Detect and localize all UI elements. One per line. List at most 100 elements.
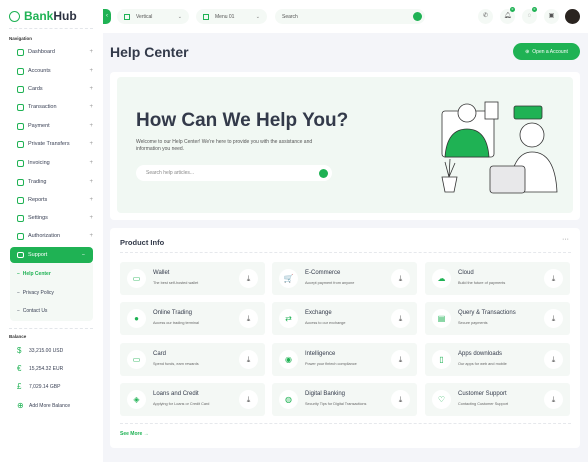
download-icon[interactable]: ⤓ [544, 390, 563, 409]
product-icon: 🛒 [279, 269, 298, 288]
submenu-contact-us[interactable]: − Contact Us [17, 308, 47, 314]
plus-icon: + [89, 49, 93, 55]
download-icon[interactable]: ⤓ [239, 390, 258, 409]
divider [9, 328, 93, 329]
grid-icon [203, 13, 209, 20]
sidebar-item-label: Payment [28, 123, 50, 129]
submenu-help-center[interactable]: − Help Center [17, 271, 51, 277]
accounts-icon [17, 67, 24, 75]
product-subtitle: Contacting Customer Support [458, 402, 509, 406]
download-icon[interactable]: ⤓ [391, 390, 410, 409]
logo[interactable]: Bank Hub [9, 9, 77, 23]
sidebar-item-private-transfers[interactable]: Private Transfers + [17, 137, 93, 151]
sidebar-item-accounts[interactable]: Accounts + [17, 64, 93, 78]
download-icon[interactable]: ⤓ [391, 269, 410, 288]
sidebar-item-dashboard[interactable]: Dashboard + [17, 45, 93, 59]
sidebar-item-cards[interactable]: Cards + [17, 82, 93, 96]
product-title: Cloud [458, 270, 474, 276]
sidebar-item-settings[interactable]: Settings + [17, 211, 93, 225]
product-icon: ♡ [432, 390, 451, 409]
product-tile[interactable]: ⇄ Exchange Access to our exchange ⤓ [272, 302, 417, 335]
page-title: Help Center [110, 44, 189, 60]
product-icon: ▤ [432, 309, 451, 328]
open-account-button[interactable]: ⊕ Open a Account [513, 43, 580, 60]
product-tile[interactable]: ▭ Card Spend funds, earn rewards ⤓ [120, 343, 265, 376]
plus-icon: + [89, 123, 93, 129]
sidebar: Bank Hub Navigation Dashboard + Accounts + Ca… [0, 0, 103, 462]
product-title: Wallet [153, 270, 170, 276]
layout-value: Vertical [136, 13, 153, 20]
more-options-icon[interactable]: ··· [562, 236, 569, 243]
divider [120, 423, 571, 424]
product-tile[interactable]: ☁ Cloud Build the future of payments ⤓ [425, 262, 570, 295]
balance-value: 7,029.14 GBP [29, 383, 61, 390]
balance-value: 15,254.32 EUR [29, 365, 64, 372]
download-icon[interactable]: ⤓ [239, 269, 258, 288]
sidebar-item-authorization[interactable]: Authorization + [17, 229, 93, 243]
product-tile[interactable]: ◈ Loans and Credit Applying for Loans or C… [120, 383, 265, 416]
product-icon: ◈ [127, 390, 146, 409]
trading-icon [17, 178, 24, 186]
download-icon[interactable]: ⤓ [544, 269, 563, 288]
sidebar-item-label: Invoicing [28, 160, 50, 166]
product-tile[interactable]: ▭ Wallet The best self-hosted wallet ⤓ [120, 262, 265, 295]
product-subtitle: Power your fintech compliance [305, 362, 357, 366]
currency-icon: ⊕ [17, 401, 24, 410]
sidebar-item-trading[interactable]: Trading + [17, 175, 93, 189]
notifications-button[interactable]: 🔔︎ 0 [500, 7, 515, 24]
cards-icon [17, 85, 24, 93]
invoicing-icon [17, 159, 24, 167]
product-subtitle: Secure payments [458, 321, 488, 325]
sidebar-item-support[interactable]: Support − [10, 247, 93, 263]
product-tile[interactable]: ◉ Intelligence Power your fintech complian… [272, 343, 417, 376]
balance-label: Balance [9, 334, 27, 339]
plus-icon: + [89, 104, 93, 110]
collapse-sidebar-button[interactable]: ‹ [103, 9, 111, 24]
product-tile[interactable]: ♡ Customer Support Contacting Customer Sup… [425, 383, 570, 416]
sidebar-item-invoicing[interactable]: Invoicing + [17, 156, 93, 170]
download-icon[interactable]: ⤓ [544, 309, 563, 328]
product-subtitle: Access to our exchange [305, 321, 346, 325]
authorization-icon [17, 232, 24, 240]
submenu-privacy-policy[interactable]: − Privacy Policy [17, 290, 54, 296]
hero-banner: How Can We Help You? Welcome to our Help… [117, 77, 573, 213]
sidebar-item-label: Reports [28, 197, 48, 203]
currency-icon: € [17, 364, 22, 373]
product-tile[interactable]: 🛒 E-Commerce Accept payment from anyone ⤓ [272, 262, 417, 295]
plus-icon: + [89, 197, 93, 203]
sidebar-item-label: Accounts [28, 68, 51, 74]
product-tile[interactable]: ● Online Trading Access our trading termin… [120, 302, 265, 335]
download-icon[interactable]: ⤓ [391, 350, 410, 369]
hero-title: How Can We Help You? [136, 110, 349, 131]
settings-icon [17, 214, 24, 222]
messages-button[interactable]: ◌ 0 [522, 7, 537, 24]
search-icon[interactable] [319, 168, 328, 178]
hero-text: Welcome to our Help Center! We're here t… [136, 139, 313, 152]
balance-item: $33,215.00 USD [17, 346, 63, 355]
search-input[interactable]: Search [275, 9, 425, 24]
download-icon[interactable]: ⤓ [239, 350, 258, 369]
help-search-input[interactable]: Search help articles... [136, 165, 332, 181]
product-subtitle: Security Tips for Digital Transactions [305, 402, 367, 406]
sidebar-item-payment[interactable]: Payment + [17, 119, 93, 133]
product-tile[interactable]: ▤ Query & Transactions Secure payments ⤓ [425, 302, 570, 335]
download-icon[interactable]: ⤓ [544, 350, 563, 369]
product-subtitle: The best self-hosted wallet [153, 281, 199, 285]
product-tile[interactable]: ▯ Apps downloads Our apps for web and mobi… [425, 343, 570, 376]
balance-item[interactable]: ⊕ Add More Balance [17, 401, 70, 410]
plus-circle-icon: ⊕ [525, 48, 530, 55]
download-icon[interactable]: ⤓ [239, 309, 258, 328]
product-subtitle: Access our trading terminal [153, 321, 200, 325]
phone-button[interactable]: ✆ [478, 9, 493, 24]
product-tile[interactable]: ◍ Digital Banking Security Tips for Digita… [272, 383, 417, 416]
see-more-link[interactable]: See More → [120, 431, 149, 437]
search-icon[interactable] [413, 12, 422, 21]
download-icon[interactable]: ⤓ [391, 309, 410, 328]
sidebar-item-reports[interactable]: Reports + [17, 193, 93, 207]
avatar[interactable] [565, 9, 580, 24]
layout-select[interactable]: Vertical ⌄ [117, 9, 189, 24]
translate-button[interactable]: ▣ [544, 9, 559, 24]
product-icon: ◍ [279, 390, 298, 409]
menu-select[interactable]: Menu 01 ⌄ [196, 9, 267, 24]
sidebar-item-transaction[interactable]: Transaction + [17, 100, 93, 114]
